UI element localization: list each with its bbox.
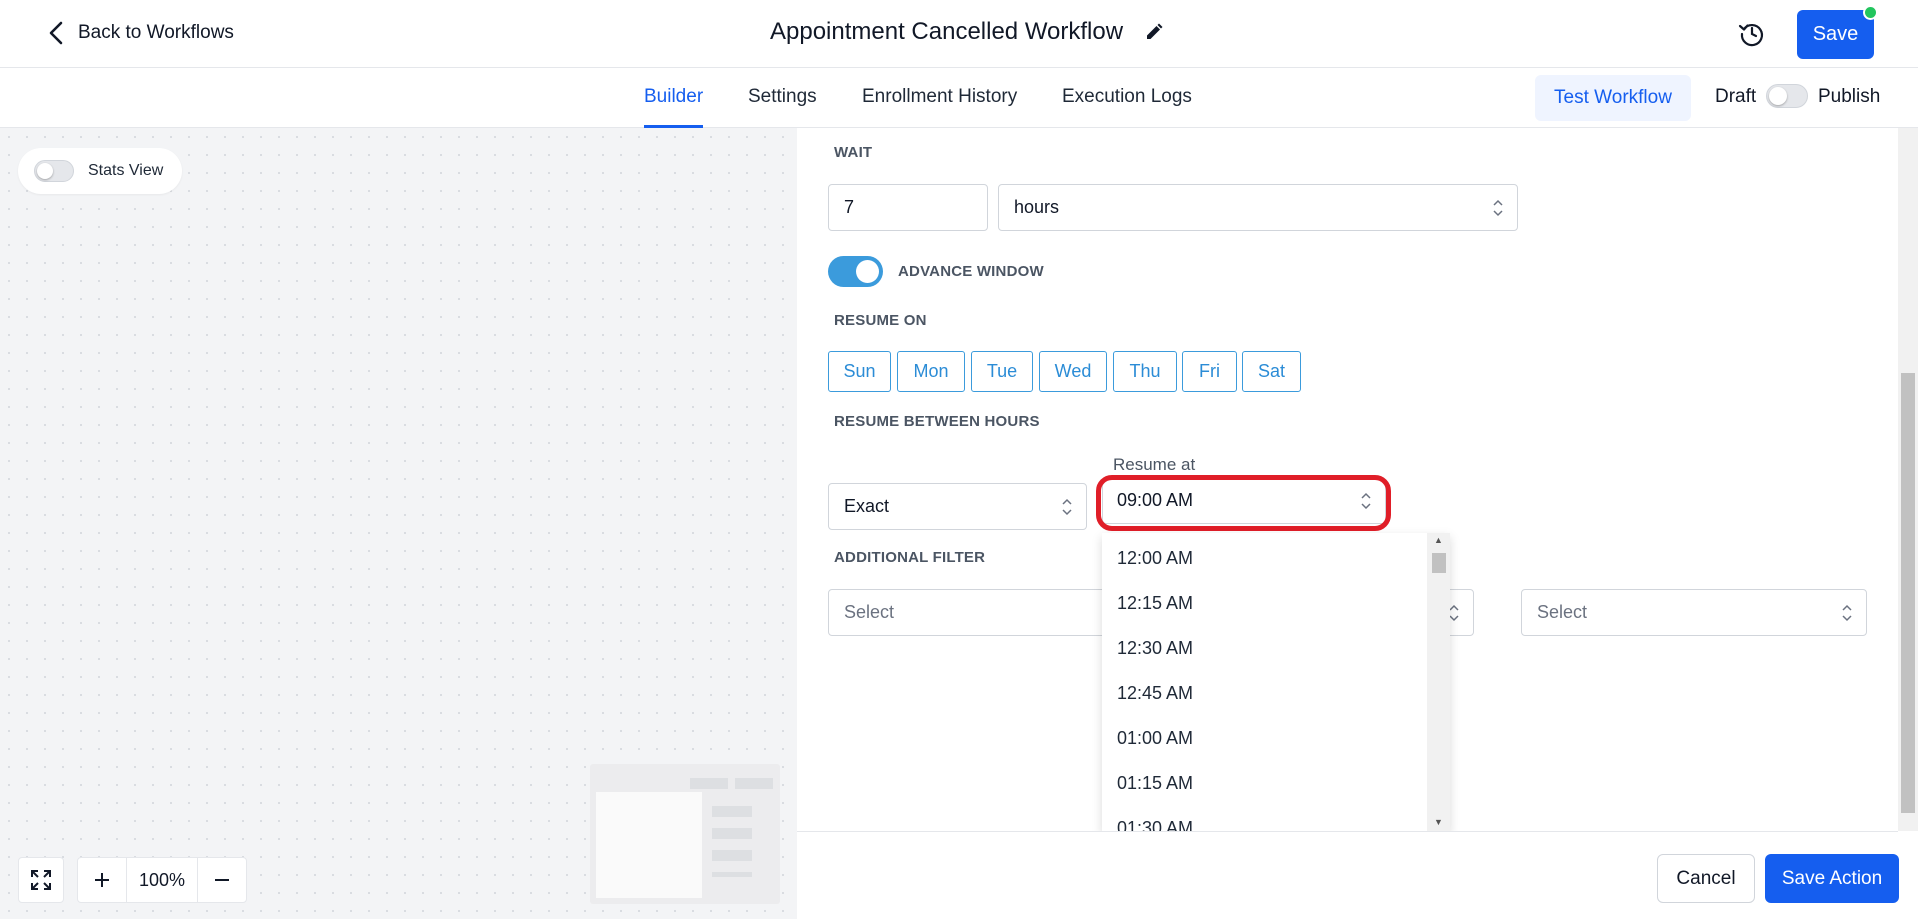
filter-field-placeholder: Select — [844, 602, 895, 622]
filter-value-placeholder: Select — [1537, 602, 1588, 622]
workflow-canvas[interactable]: Stats View 100% — [0, 128, 797, 919]
dropdown-scrollbar[interactable]: ▲ ▼ — [1427, 533, 1450, 831]
resume-on-label: RESUME ON — [834, 312, 927, 329]
expand-icon — [31, 870, 51, 890]
wait-value-input[interactable]: 7 — [828, 184, 988, 231]
day-wed-button[interactable]: Wed — [1039, 351, 1107, 392]
tab-enrollment-history[interactable]: Enrollment History — [862, 86, 1017, 108]
test-workflow-button[interactable]: Test Workflow — [1535, 75, 1691, 121]
resume-between-hours-label: RESUME BETWEEN HOURS — [834, 413, 1040, 430]
zoom-out-button[interactable] — [198, 858, 246, 902]
scroll-up-icon[interactable]: ▲ — [1434, 535, 1443, 545]
select-arrows-icon — [1842, 604, 1852, 621]
tab-builder[interactable]: Builder — [644, 86, 703, 108]
publish-label: Publish — [1818, 86, 1881, 107]
minus-icon — [215, 879, 229, 881]
tab-settings[interactable]: Settings — [748, 86, 817, 108]
filter-value-select[interactable]: Select — [1521, 589, 1867, 636]
highlight-annotation — [1096, 475, 1391, 531]
unsaved-status-dot — [1863, 5, 1878, 20]
top-bar: Back to Workflows Appointment Cancelled … — [0, 0, 1918, 68]
version-history-icon[interactable] — [1738, 20, 1766, 48]
edit-pencil-icon[interactable] — [1145, 23, 1163, 41]
workflow-title-group: Appointment Cancelled Workflow — [770, 18, 1163, 46]
select-arrows-icon — [1449, 604, 1459, 621]
day-mon-button[interactable]: Mon — [897, 351, 965, 392]
time-option[interactable]: 01:00 AM — [1117, 728, 1193, 749]
wait-label: WAIT — [834, 144, 873, 161]
publish-toggle[interactable] — [1766, 84, 1808, 108]
time-option[interactable]: 01:30 AM — [1117, 818, 1193, 831]
time-option[interactable]: 12:30 AM — [1117, 638, 1193, 659]
minimap[interactable] — [590, 764, 780, 904]
back-label: Back to Workflows — [78, 22, 234, 43]
zoom-level: 100% — [126, 858, 198, 902]
tab-bar: Builder Settings Enrollment History Exec… — [0, 68, 1918, 128]
workflow-title: Appointment Cancelled Workflow — [770, 18, 1124, 45]
wait-unit-value: hours — [1014, 197, 1060, 217]
dropdown-scrollbar-thumb[interactable] — [1432, 553, 1446, 573]
save-button[interactable]: Save — [1797, 10, 1874, 59]
chevron-left-icon — [49, 21, 63, 45]
panel-scrollbar[interactable] — [1898, 128, 1918, 831]
select-arrows-icon — [1493, 199, 1503, 216]
day-thu-button[interactable]: Thu — [1113, 351, 1177, 392]
advance-window-toggle[interactable] — [828, 256, 883, 287]
resume-mode-select[interactable]: Exact — [828, 483, 1087, 530]
resume-mode-value: Exact — [844, 496, 890, 516]
time-option[interactable]: 12:00 AM — [1117, 548, 1193, 569]
time-option[interactable]: 12:15 AM — [1117, 593, 1193, 614]
panel-footer: Cancel Save Action — [797, 831, 1899, 919]
select-arrows-icon — [1062, 498, 1072, 515]
day-sat-button[interactable]: Sat — [1242, 351, 1301, 392]
advance-window-label: ADVANCE WINDOW — [898, 263, 1044, 280]
wait-unit-select[interactable]: hours — [998, 184, 1518, 231]
plus-icon — [95, 873, 109, 887]
zoom-in-button[interactable] — [78, 858, 126, 902]
additional-filter-label: ADDITIONAL FILTER — [834, 549, 986, 566]
save-action-button[interactable]: Save Action — [1765, 854, 1899, 903]
day-sun-button[interactable]: Sun — [828, 351, 891, 392]
time-option[interactable]: 01:15 AM — [1117, 773, 1193, 794]
day-tue-button[interactable]: Tue — [971, 351, 1033, 392]
stats-view-toggle[interactable] — [34, 160, 74, 182]
stats-view-label: Stats View — [88, 162, 164, 179]
time-option[interactable]: 12:45 AM — [1117, 683, 1193, 704]
day-fri-button[interactable]: Fri — [1182, 351, 1237, 392]
back-to-workflows-link[interactable]: Back to Workflows — [46, 20, 234, 46]
fit-to-screen-button[interactable] — [18, 857, 64, 903]
zoom-controls: 100% — [77, 857, 247, 903]
stats-view-control: Stats View — [18, 148, 182, 194]
resume-at-dropdown-list[interactable]: 12:00 AM 12:15 AM 12:30 AM 12:45 AM 01:0… — [1102, 533, 1450, 831]
panel-scrollbar-thumb[interactable] — [1901, 373, 1915, 813]
tab-execution-logs[interactable]: Execution Logs — [1062, 86, 1192, 108]
resume-at-label: Resume at — [1113, 455, 1196, 474]
cancel-button[interactable]: Cancel — [1657, 854, 1755, 903]
scroll-down-icon[interactable]: ▼ — [1434, 817, 1443, 827]
draft-label: Draft — [1715, 86, 1757, 107]
